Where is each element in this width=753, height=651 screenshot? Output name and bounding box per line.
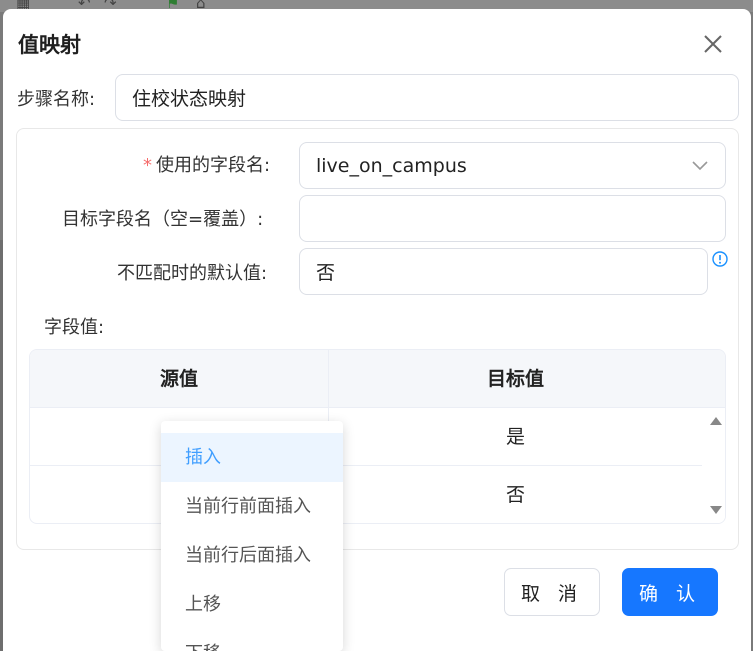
menu-item-insert-after[interactable]: 当前行后面插入 — [161, 531, 343, 580]
field-name-label-text: 使用的字段名: — [156, 155, 271, 176]
default-value-label: 不匹配时的默认值: — [117, 263, 268, 284]
step-name-label: 步骤名称: — [17, 89, 96, 110]
close-button[interactable] — [698, 29, 728, 59]
row-context-menu: 插入 当前行前面插入 当前行后面插入 上移 下移 — [161, 421, 343, 651]
required-star: * — [143, 155, 152, 176]
info-icon[interactable] — [711, 250, 729, 268]
menu-item-insert-before[interactable]: 当前行前面插入 — [161, 482, 343, 531]
table-row[interactable]: 是 — [30, 408, 702, 466]
table-row[interactable]: 否 — [30, 466, 702, 523]
close-icon — [704, 35, 722, 53]
scroll-down-arrow-icon[interactable] — [710, 506, 722, 514]
step-name-input[interactable] — [115, 74, 739, 121]
confirm-button[interactable]: 确 认 — [622, 568, 718, 616]
target-field-input[interactable] — [299, 195, 726, 242]
chevron-down-icon — [692, 160, 708, 170]
cancel-button[interactable]: 取 消 — [504, 568, 600, 616]
scroll-up-arrow-icon[interactable] — [710, 417, 722, 425]
mapping-table: 源值 目标值 是 否 — [29, 349, 726, 524]
menu-item-insert[interactable]: 插入 — [161, 433, 343, 482]
column-header-source: 源值 — [159, 368, 198, 390]
target-field-label: 目标字段名（空=覆盖）: — [62, 209, 264, 230]
dialog-title: 值映射 — [18, 33, 81, 57]
default-value-input[interactable] — [299, 248, 708, 295]
field-name-label: * 使用的字段名: — [143, 151, 270, 177]
menu-item-move-down[interactable]: 下移 — [161, 629, 343, 651]
field-name-select[interactable]: live_on_campus — [299, 142, 726, 189]
target-value-cell[interactable]: 是 — [329, 408, 702, 466]
table-header: 源值 目标值 — [30, 350, 725, 408]
value-mapping-dialog: 值映射 步骤名称: *使用的字段名: live_on_campus 目标字段名（… — [3, 9, 751, 651]
target-value-cell[interactable]: 否 — [329, 466, 702, 523]
mapping-config-panel: * 使用的字段名: live_on_campus 目标字段名（空=覆盖）: 不匹配… — [16, 128, 739, 550]
field-name-select-value: live_on_campus — [316, 154, 467, 177]
field-values-label: 字段值: — [44, 317, 105, 338]
menu-item-move-up[interactable]: 上移 — [161, 580, 343, 629]
column-header-target: 目标值 — [486, 368, 544, 390]
